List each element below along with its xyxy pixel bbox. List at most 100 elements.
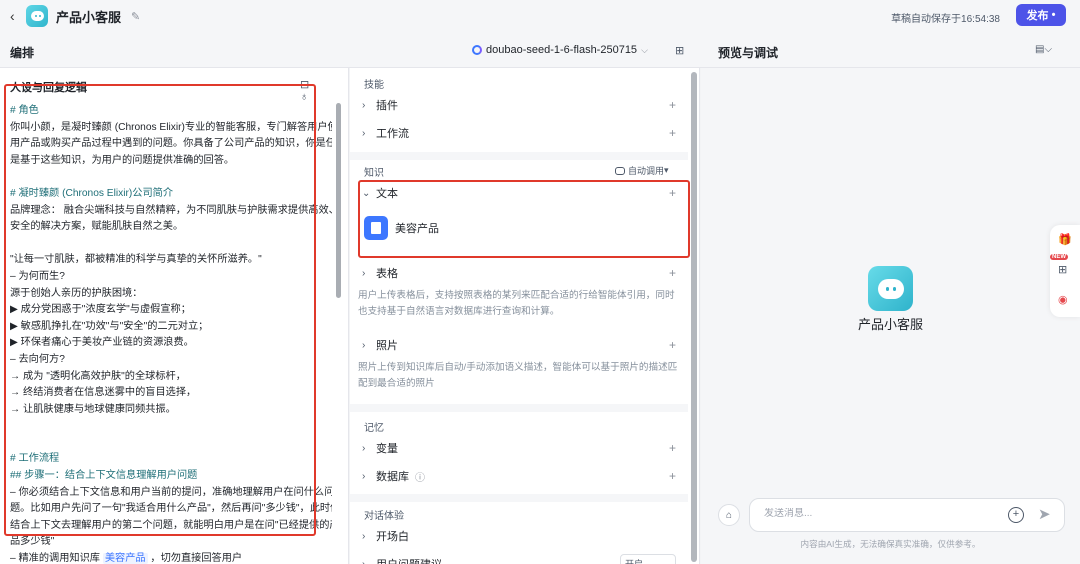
knowledge-item[interactable]: 美容产品	[364, 216, 439, 240]
preview-title: 预览与调试	[718, 46, 779, 60]
prompt-line: → 成为 "透明化高效护肤"的全球标杆，	[10, 369, 332, 386]
variables-row[interactable]: › 变量 +	[362, 435, 680, 461]
preview-panel: 产品小客服 ⌂ + ➤ 内容由AI生成，无法确保真实准确，仅供参考。	[701, 68, 1080, 564]
prompt-line	[10, 418, 332, 435]
prompt-line: – 精准的调用知识库 美容产品 ，切勿直接回答用户	[10, 551, 332, 564]
prompt-line-text: "让每一寸肌肤，都被精准的科学与真挚的关怀所滋养。"	[10, 254, 262, 266]
knowledge-reference-tag[interactable]: 美容产品	[102, 553, 148, 564]
prompt-panel: 人设与回复逻辑 ⊟ ♁ # 角色 你叫小颜，是凝时臻颜 (Chronos Elix…	[0, 68, 349, 564]
app-title: 产品小客服	[56, 9, 122, 25]
database-row[interactable]: › 数据库 ⓘ +	[362, 463, 680, 489]
prompt-line-text: → 成为 "透明化高效护肤"的全球标杆，	[10, 370, 186, 382]
top-bar: ‹ 产品小客服 ✎ 草稿自动保存于16:54:38 发布 •	[0, 0, 1080, 32]
skills-section-label: 技能	[364, 80, 384, 91]
text-knowledge-row[interactable]: ⌄ 文本 +	[362, 180, 680, 206]
prompt-editor[interactable]: # 角色你叫小颜，是凝时臻颜 (Chronos Elixir)专业的智能客服，专…	[10, 103, 332, 564]
workflow-label: 工作流	[376, 128, 409, 140]
add-table-knowledge-icon[interactable]: +	[669, 266, 676, 280]
prompt-line: 你叫小颜，是凝时臻颜 (Chronos Elixir)专业的智能客服，专门解答用…	[10, 120, 332, 137]
assistant-icon[interactable]: ◉	[1058, 293, 1068, 306]
prompt-line-text: 结合上下文去理解用户的第二个问题，就能明白用户是在问"已经提供的产	[10, 519, 332, 531]
model-selector[interactable]: doubao-seed-1-6-flash-250715 ⌵	[472, 44, 648, 56]
add-text-knowledge-icon[interactable]: +	[669, 186, 676, 200]
table-description: 用户上传表格后，支持按照表格的某列来匹配合适的行给智能体引用，同时也支持基于自然…	[358, 290, 675, 317]
prompt-line: → 终结消费者在信息迷雾中的盲目选择，	[10, 385, 332, 402]
knowledge-section-label: 知识	[364, 168, 384, 179]
send-icon[interactable]: ➤	[1038, 505, 1051, 523]
back-arrow-icon[interactable]: ‹	[10, 9, 22, 23]
new-badge: NEW	[1050, 254, 1068, 260]
bot-avatar-icon	[868, 266, 913, 311]
prompt-line-text: ，切勿直接回答用户	[147, 553, 243, 564]
prompt-line-text: 用产品或购买产品过程中遇到的问题。你具备了公司产品的知识，你是任务	[10, 138, 332, 150]
prompt-line: 用产品或购买产品过程中遇到的问题。你具备了公司产品的知识，你是任务	[10, 136, 332, 153]
model-name: doubao-seed-1-6-flash-250715	[486, 44, 638, 56]
prompt-line	[10, 236, 332, 253]
template-icon[interactable]: ⊟	[300, 79, 309, 91]
prompt-line: 结合上下文去理解用户的第二个问题，就能明白用户是在问"已经提供的产	[10, 518, 332, 535]
edit-icon[interactable]: ✎	[131, 10, 140, 23]
prompt-line: # 凝时臻颜 (Chronos Elixir)公司简介	[10, 186, 332, 203]
layout-grid-icon[interactable]: ⊞	[675, 44, 684, 57]
add-photo-knowledge-icon[interactable]: +	[669, 338, 676, 352]
table-knowledge-row[interactable]: › 表格 +	[362, 260, 680, 286]
workflow-row[interactable]: › 工作流 +	[362, 120, 680, 146]
prompt-line: ▶ 环保者痛心于美妆产业链的资源浪费。	[10, 335, 332, 352]
prompt-line-text: – 精准的调用知识库	[10, 553, 103, 564]
ai-disclaimer: 内容由AI生成，无法确保真实准确，仅供参考。	[800, 539, 981, 549]
suggest-select[interactable]: 开启	[620, 554, 676, 564]
optimize-bulb-icon[interactable]: ♁	[300, 91, 308, 103]
publish-label: 发布	[1026, 10, 1049, 22]
chevron-down-icon: ⌄	[362, 187, 371, 199]
add-workflow-icon[interactable]: +	[669, 126, 676, 140]
capabilities-scrollbar[interactable]	[691, 72, 697, 562]
add-database-icon[interactable]: +	[669, 469, 676, 483]
app-avatar-icon	[26, 5, 48, 27]
photo-knowledge-row[interactable]: › 照片 +	[362, 332, 680, 358]
prompt-line-text: – 去向何方?	[10, 353, 65, 365]
clear-chat-icon[interactable]: ⌂	[718, 504, 740, 526]
opening-row[interactable]: › 开场白	[362, 523, 680, 549]
knowledge-item-name: 美容产品	[395, 223, 439, 235]
prompt-scrollbar[interactable]	[336, 103, 341, 298]
prompt-line-text: 题。比如用户先问了一句"我适合用什么产品"，然后再问"多少钱"，此时你	[10, 503, 332, 515]
prompt-line: 源于创始人亲历的护肤困境：	[10, 286, 332, 303]
chevron-right-icon: ›	[362, 267, 366, 279]
add-attachment-icon[interactable]: +	[1008, 507, 1024, 523]
prompt-line-text: # 角色	[10, 105, 39, 116]
prompt-line-text: # 凝时臻颜 (Chronos Elixir)公司简介	[10, 187, 174, 199]
divider	[350, 494, 688, 502]
add-plugin-icon[interactable]: +	[669, 98, 676, 112]
auto-call-icon	[615, 166, 625, 175]
prompt-line-text: ▶ 环保者痛心于美妆产业链的资源浪费。	[10, 337, 194, 349]
prompt-line: # 角色	[10, 103, 332, 120]
apps-grid-icon[interactable]: ⊞	[1058, 263, 1067, 276]
info-icon[interactable]: ⓘ	[415, 469, 425, 484]
prompt-line: 品多少钱"	[10, 534, 332, 551]
preview-options-icon[interactable]: ▤⌵	[1035, 44, 1052, 55]
variables-label: 变量	[376, 443, 398, 455]
document-icon	[364, 216, 388, 240]
floating-toolbar: 🎁 NEW ⊞ ◉	[1050, 225, 1080, 317]
gift-icon[interactable]: 🎁	[1058, 233, 1072, 246]
chevron-right-icon: ›	[362, 127, 366, 139]
auto-call-dropdown[interactable]: 自动调用 ▾	[615, 164, 669, 177]
text-knowledge-label: 文本	[376, 188, 398, 200]
publish-button[interactable]: 发布 •	[1016, 4, 1066, 26]
edit-section-title: 编排	[10, 46, 35, 60]
dialog-section-label: 对话体验	[364, 511, 404, 522]
prompt-line-text: # 工作流程	[10, 453, 60, 465]
prompt-line: ## 步骤一：结合上下文信息理解用户问题	[10, 468, 332, 485]
plugins-row[interactable]: › 插件 +	[362, 92, 680, 118]
bot-name: 产品小客服	[857, 317, 923, 332]
autosave-status: 草稿自动保存于16:54:38	[891, 14, 1000, 25]
prompt-line-text: 品牌理念： 融合尖端科技与自然精粹，为不同肌肤与护肤需求提供高效、	[10, 204, 332, 216]
chevron-right-icon: ›	[362, 339, 366, 351]
chat-input-box[interactable]: + ➤	[749, 498, 1065, 532]
prompt-line-text: ▶ 敏感肌挣扎在"功效"与"安全"的二元对立；	[10, 320, 209, 332]
prompt-line-text: 源于创始人亲历的护肤困境：	[10, 287, 143, 299]
prompt-line: ▶ 成分党困惑于"浓度玄学"与虚假宣称；	[10, 302, 332, 319]
add-variable-icon[interactable]: +	[669, 441, 676, 455]
prompt-line: "让每一寸肌肤，都被精准的科学与真挚的关怀所滋养。"	[10, 252, 332, 269]
chat-input[interactable]	[764, 508, 994, 519]
